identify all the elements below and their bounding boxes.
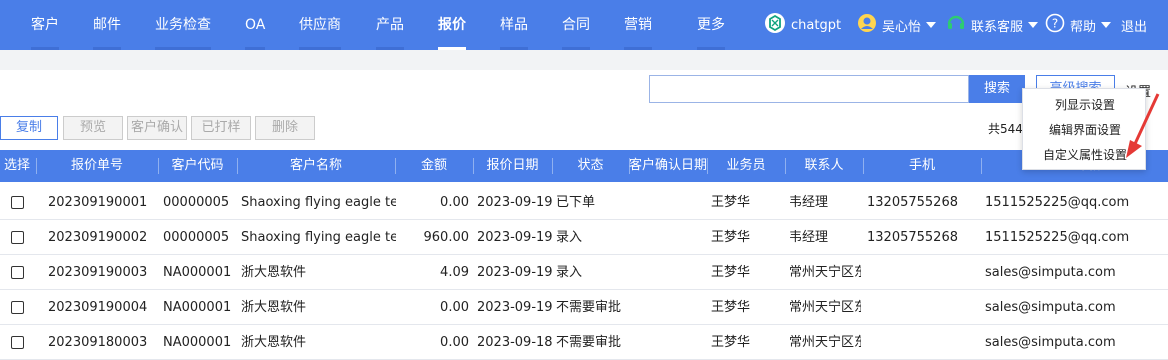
- nav-item-customer[interactable]: 客户: [31, 0, 59, 50]
- delete-button[interactable]: 删除: [255, 116, 315, 140]
- table-header: 选择 报价单号 客户代码 客户名称 金额 报价日期 状态 客户确认日期 业务员 …: [0, 150, 1168, 182]
- col-status[interactable]: 状态: [552, 150, 629, 182]
- col-customer-code[interactable]: 客户代码: [158, 150, 237, 182]
- user-menu[interactable]: 吴心怡: [857, 0, 937, 50]
- table-row[interactable]: 202309190001 00000005 Shaoxing flying ea…: [0, 185, 1168, 220]
- nav-item-mail[interactable]: 邮件: [93, 0, 121, 50]
- chatgpt-link[interactable]: chatgpt: [764, 0, 841, 50]
- nav-item-supplier[interactable]: 供应商: [299, 0, 341, 50]
- chevron-down-icon: [926, 22, 937, 28]
- table-row[interactable]: 202309190003 NA000001 浙大恩软件 4.09 2023-09…: [0, 255, 1168, 290]
- col-quote-no[interactable]: 报价单号: [36, 150, 158, 182]
- row-checkbox[interactable]: [11, 196, 24, 209]
- nav-item-more[interactable]: 更多: [697, 0, 725, 50]
- user-avatar-icon: [857, 13, 877, 37]
- table-row[interactable]: 202309180003 NA000001 浙大恩软件 0.00 2023-09…: [0, 325, 1168, 360]
- table-row[interactable]: 202309190004 NA000001 浙大恩软件 0.00 2023-09…: [0, 290, 1168, 325]
- col-customer-name[interactable]: 客户名称: [237, 150, 395, 182]
- logout-link[interactable]: 退出: [1121, 0, 1147, 50]
- printed-button[interactable]: 已打样: [191, 116, 251, 140]
- customer-confirm-button[interactable]: 客户确认: [127, 116, 187, 140]
- help-menu[interactable]: ? 帮助: [1045, 0, 1112, 50]
- row-checkbox[interactable]: [11, 266, 24, 279]
- chevron-down-icon: [1101, 22, 1112, 28]
- support-menu[interactable]: 联系客服: [946, 0, 1039, 50]
- row-checkbox[interactable]: [11, 231, 24, 244]
- chevron-down-icon: [1028, 22, 1039, 28]
- search-button[interactable]: 搜索: [969, 75, 1025, 103]
- nav-item-business-check[interactable]: 业务检查: [155, 0, 211, 50]
- nav-item-oa[interactable]: OA: [245, 0, 266, 50]
- red-arrow-icon: [1112, 92, 1164, 166]
- help-icon: ?: [1045, 13, 1065, 37]
- top-nav: 客户 邮件 业务检查 OA 供应商 产品 报价 样品 合同 营销 更多 chat…: [0, 0, 1168, 50]
- headset-icon: [946, 13, 966, 37]
- row-checkbox[interactable]: [11, 301, 24, 314]
- nav-item-marketing[interactable]: 营销: [624, 0, 652, 50]
- chatgpt-icon: [764, 12, 786, 38]
- col-contact[interactable]: 联系人: [785, 150, 863, 182]
- col-confirm-date[interactable]: 客户确认日期: [629, 150, 707, 182]
- nav-item-contract[interactable]: 合同: [562, 0, 590, 50]
- search-input[interactable]: [649, 75, 969, 103]
- svg-text:?: ?: [1052, 17, 1058, 31]
- row-checkbox[interactable]: [11, 336, 24, 349]
- col-mobile[interactable]: 手机: [863, 150, 981, 182]
- main-content: 搜索 高级搜索 设置 复制 预览 客户确认 已打样 删除 共544 选择 报价单…: [0, 70, 1168, 360]
- nav-item-sample[interactable]: 样品: [500, 0, 528, 50]
- preview-button[interactable]: 预览: [63, 116, 123, 140]
- total-count: 共544: [988, 122, 1023, 136]
- col-salesperson[interactable]: 业务员: [707, 150, 785, 182]
- copy-button[interactable]: 复制: [0, 116, 58, 140]
- nav-item-quotation[interactable]: 报价: [438, 0, 466, 50]
- col-select: 选择: [3, 158, 30, 173]
- table-row[interactable]: 202309190002 00000005 Shaoxing flying ea…: [0, 220, 1168, 255]
- col-quote-date[interactable]: 报价日期: [473, 150, 552, 182]
- col-amount[interactable]: 金额: [395, 150, 473, 182]
- nav-item-product[interactable]: 产品: [376, 0, 404, 50]
